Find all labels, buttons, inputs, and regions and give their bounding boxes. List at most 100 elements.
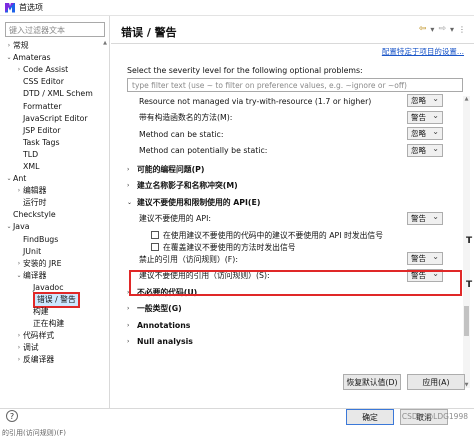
tree-toggle-icon[interactable]: › (15, 258, 23, 270)
tree-toggle-icon[interactable]: ⌄ (15, 270, 23, 282)
tree-item[interactable]: FindBugs (5, 234, 109, 246)
tree-item[interactable]: › 代码样式 (5, 330, 109, 342)
preferences-tree: › 常规 ⌄ Amateras › Code Assist CSS Editor DTD / … (5, 40, 109, 406)
tree-item[interactable]: › 安装的 JRE (5, 258, 109, 270)
severity-filter-input[interactable]: type filter text (use ~ to filter on pre… (127, 78, 463, 92)
restore-defaults-button[interactable]: 恢复默认值(D) (343, 374, 401, 390)
severity-dropdown[interactable]: 警告 (407, 251, 443, 265)
tree-item[interactable]: ⌄ Java (5, 221, 109, 233)
option-row: 建议不要使用的 API: 警告 (127, 211, 467, 226)
option-checkbox[interactable] (151, 231, 159, 239)
option-label: 带有构造函数名的方法(M): (139, 113, 233, 122)
section-toggle-icon[interactable]: ⌄ (127, 199, 137, 206)
option-row: 禁止的引用（访问规则）(F): 警告 (127, 251, 467, 266)
section-toggle-icon[interactable]: › (127, 322, 137, 329)
tree-item[interactable]: DTD / XML Schem (5, 88, 109, 100)
more-menu-icon[interactable]: ⋮ (458, 25, 466, 34)
watermark-text: CSDN @LDG1998 (401, 412, 468, 421)
options-scroll-up-icon[interactable]: ▲ (463, 96, 470, 102)
tree-item-label: 代码样式 (23, 331, 55, 341)
tree-filter-input[interactable]: 键入过滤器文本 (5, 22, 105, 37)
option-checkbox[interactable] (151, 243, 159, 251)
option-section[interactable]: › Null analysis (127, 335, 467, 349)
tree-item[interactable]: Task Tags (5, 137, 109, 149)
section-toggle-icon[interactable]: › (127, 182, 137, 189)
tree-item-label: DTD / XML Schem (23, 89, 93, 99)
nav-buttons: ⇦ ▾ ⇨ ▾ ⋮ (419, 24, 466, 34)
tree-item-label: 运行时 (23, 198, 47, 208)
tree-item-label: 正在构建 (33, 319, 65, 329)
tree-item[interactable]: › 调试 (5, 342, 109, 354)
tree-item[interactable]: Checkstyle (5, 209, 109, 221)
tree-item-label: FindBugs (23, 234, 59, 244)
severity-dropdown[interactable]: 忽略 (407, 143, 443, 157)
tree-toggle-icon[interactable]: ⌄ (5, 221, 13, 233)
tree-toggle-icon[interactable]: ⌄ (5, 52, 13, 64)
option-section[interactable]: › 一般类型(G) (127, 302, 467, 316)
options-scroll-thumb[interactable] (464, 306, 469, 336)
severity-dropdown[interactable]: 警告 (407, 110, 443, 124)
section-toggle-icon[interactable]: › (127, 305, 137, 312)
severity-dropdown[interactable]: 忽略 (407, 94, 443, 107)
tree-item-label: Code Assist (23, 65, 69, 75)
tree-scrollbar[interactable]: ▲ (102, 40, 108, 406)
option-row: Resource not managed via try-with-resour… (127, 94, 467, 108)
page-title: 错误 / 警告 (121, 26, 177, 39)
tree-item[interactable]: JUnit (5, 246, 109, 258)
ok-button[interactable]: 确定 (346, 409, 394, 425)
tree-item[interactable]: › Code Assist (5, 64, 109, 76)
right-content-pane: 错误 / 警告 ⇦ ▾ ⇨ ▾ ⋮ 配置特定于项目的设置... Select t… (111, 16, 474, 408)
tree-toggle-icon[interactable]: › (15, 354, 23, 366)
severity-dropdown[interactable]: 警告 (407, 211, 443, 225)
tree-item[interactable]: › 编辑器 (5, 185, 109, 197)
tree-item-label: CSS Editor (23, 77, 64, 87)
option-label: Method can be static: (139, 129, 224, 139)
option-section[interactable]: › 可能的编程问题(P) (127, 162, 467, 176)
tree-item[interactable]: 正在构建 (5, 318, 109, 330)
forward-menu-chevron-icon[interactable]: ▾ (450, 25, 454, 34)
apply-button[interactable]: 应用(A) (407, 374, 465, 390)
tree-toggle-icon[interactable]: › (5, 40, 13, 52)
tree-item[interactable]: TLD (5, 149, 109, 161)
section-label: 建议不要使用和限制使用的 API(E) (137, 197, 261, 207)
severity-dropdown[interactable]: 忽略 (407, 126, 443, 140)
highlight-box (129, 270, 462, 296)
tree-toggle-icon[interactable]: ⌄ (5, 173, 13, 185)
tree-item-label: JavaScript Editor (23, 113, 88, 123)
option-section[interactable]: › 建立名称影子和名称冲突(M) (127, 179, 467, 193)
forward-arrow-icon[interactable]: ⇨ (438, 24, 446, 34)
tree-item[interactable]: 错误 / 警告 (5, 292, 109, 309)
section-toggle-icon[interactable]: › (127, 166, 137, 173)
tree-item[interactable]: Formatter (5, 100, 109, 112)
project-settings-link[interactable]: 配置特定于项目的设置... (382, 46, 464, 57)
section-label: Annotations (137, 320, 191, 330)
back-arrow-icon[interactable]: ⇦ (419, 24, 427, 34)
tree-item[interactable]: 运行时 (5, 197, 109, 209)
tree-item-label: 调试 (23, 343, 39, 353)
tree-item-label: JSP Editor (23, 125, 61, 135)
option-section[interactable]: ⌄ 建议不要使用和限制使用的 API(E) (127, 195, 467, 209)
help-icon[interactable]: ? (6, 410, 18, 422)
tree-item[interactable]: JavaScript Editor (5, 113, 109, 125)
outside-glyph: T (466, 236, 473, 246)
option-label: 禁止的引用（访问规则）(F): (139, 254, 238, 264)
tree-toggle-icon[interactable]: › (15, 185, 23, 197)
app-logo-icon (5, 2, 15, 13)
tree-item-label: Amateras (13, 53, 51, 63)
scroll-up-icon[interactable]: ▲ (102, 40, 108, 46)
tree-item[interactable]: JSP Editor (5, 125, 109, 137)
tree-item-label: 安装的 JRE (23, 258, 62, 268)
tree-toggle-icon[interactable]: › (15, 342, 23, 354)
tree-item[interactable]: ⌄ Ant (5, 173, 109, 185)
tree-item[interactable]: › 反编译器 (5, 354, 109, 366)
section-toggle-icon[interactable]: › (127, 338, 137, 345)
tree-toggle-icon[interactable]: › (15, 330, 23, 342)
tree-item[interactable]: › 常规 (5, 40, 109, 52)
tree-item[interactable]: CSS Editor (5, 76, 109, 88)
tree-toggle-icon[interactable]: › (15, 64, 23, 76)
tree-item[interactable]: ⌄ Amateras (5, 52, 109, 64)
option-section[interactable]: › Annotations (127, 318, 467, 332)
tree-item[interactable]: XML (5, 161, 109, 173)
back-menu-chevron-icon[interactable]: ▾ (430, 25, 434, 34)
tree-item[interactable]: ⌄ 编译器 (5, 270, 109, 282)
